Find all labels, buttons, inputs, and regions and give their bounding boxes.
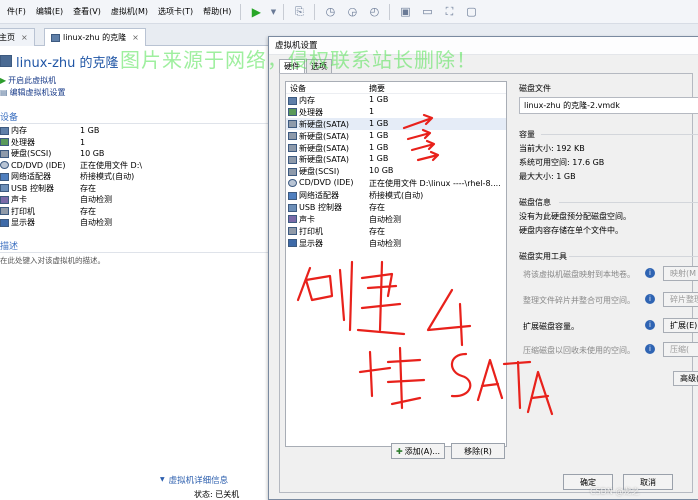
arrow-icon <box>410 139 436 152</box>
handwritten-annotation <box>296 113 554 416</box>
arrow-icon <box>416 150 440 162</box>
arrow-icon <box>406 128 432 141</box>
csdn-watermark: CSDN @龙之 <box>590 487 640 496</box>
arrow-icon <box>402 113 434 130</box>
